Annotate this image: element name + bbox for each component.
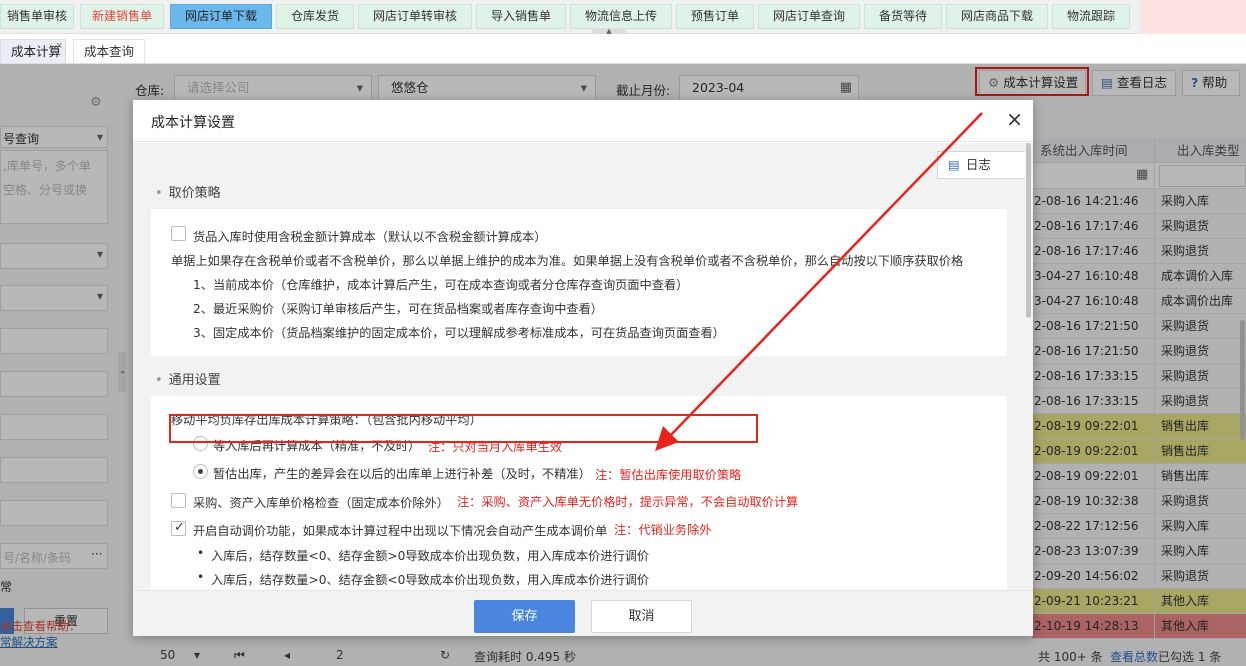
nav-warehouse-shipping[interactable]: 仓库发货 — [276, 4, 354, 29]
dialog-scrollbar[interactable] — [1025, 143, 1032, 590]
nav-presale-orders[interactable]: 预售订单 — [676, 4, 754, 29]
dialog-log-button[interactable]: ▤ 日志 — [937, 151, 1027, 179]
section-general-settings: • 通用设置 — [155, 369, 221, 388]
radio-estimate-outbound-label: 暂估出库，产生的差异会在以后的出库单上进行补差（及时，不精准） — [213, 467, 591, 481]
tab-cost-query[interactable]: 成本查询 — [73, 39, 145, 63]
bullet-dot: • — [197, 546, 205, 560]
bullet-dot: • — [197, 570, 205, 584]
auto-adjust-checkbox[interactable] — [171, 520, 186, 536]
tab-cost-calc-label: 成本计算 — [11, 44, 62, 59]
nav-sales-review[interactable]: 销售单审核 — [0, 4, 74, 29]
nav-online-goods-download[interactable]: 网店商品下载 — [946, 4, 1048, 29]
tax-price-label: 货品入库时使用含税金额计算成本（默认以不含税金额计算成本） — [193, 230, 547, 244]
purchase-price-check-note: 注：采购、资产入库单无价格时，提示异常，不会自动取价计算 — [457, 495, 799, 509]
tab-bar: 成本计算 × 成本查询 — [0, 34, 1246, 64]
bullet-dot: • — [155, 373, 163, 388]
radio-estimate-outbound[interactable] — [193, 464, 208, 479]
nav-logistics-tracking[interactable]: 物流跟踪 — [1052, 4, 1130, 29]
section-general-title: 通用设置 — [168, 373, 221, 388]
top-nav: 销售单审核 新建销售单 网店订单下载 仓库发货 网店订单转审核 导入销售单 物流… — [0, 0, 1246, 35]
bullet-dot: • — [155, 186, 163, 201]
close-icon[interactable]: × — [55, 34, 63, 58]
save-button[interactable]: 保存 — [474, 600, 575, 633]
dialog-title: 成本计算设置 — [151, 115, 235, 131]
dialog-footer: 保存 取消 — [133, 590, 1033, 636]
dialog-body: ▤ 日志 • 取价策略 货品入库时使用含税金额计算成本（默认以不含税金额计算成本） … — [133, 143, 1033, 590]
dialog-scrollbar-thumb[interactable] — [1026, 143, 1031, 318]
dialog-log-label: 日志 — [965, 157, 991, 172]
radio-estimate-outbound-note: 注：暂估出库使用取价策略 — [595, 468, 742, 482]
tab-cost-calc[interactable]: 成本计算 × — [0, 39, 66, 63]
cancel-button[interactable]: 取消 — [591, 600, 692, 633]
auto-adjust-note: 注：代销业务除外 — [614, 523, 712, 537]
purchase-price-check-checkbox[interactable] — [171, 493, 186, 508]
adjust-rule-1: 入库后，结存数量<0、结存金额>0导致成本价出现负数，用入库成本价进行调价 — [211, 549, 650, 563]
nav-online-order-query[interactable]: 网店订单查询 — [758, 4, 860, 29]
nav-online-order-to-review[interactable]: 网店订单转审核 — [358, 4, 472, 29]
section-price-title: 取价策略 — [168, 186, 221, 201]
price-description: 单据上如果存在含税单价或者不含税单价，那么以单据上维护的成本为准。如果单据上没有… — [171, 254, 964, 268]
nav-logistics-upload[interactable]: 物流信息上传 — [570, 4, 672, 29]
nav-new-sales-order[interactable]: 新建销售单 — [80, 4, 164, 29]
cost-settings-dialog: 成本计算设置 × ▤ 日志 • 取价策略 货品入库时使用含税金额计算成本（默认以不含… — [133, 100, 1033, 636]
adjust-rule-2: 入库后，结存数量>0、结存金额<0导致成本价出现负数，用入库成本价进行调价 — [211, 573, 650, 587]
book-icon: ▤ — [948, 157, 960, 172]
nav-overflow-area — [1140, 0, 1246, 34]
price-rule-3: 3、固定成本价（货品档案维护的固定成本价，可以理解成参考标准成本，可在货品查询页… — [193, 326, 725, 340]
purchase-price-check-label: 采购、资产入库单价格检查（固定成本价除外） — [193, 496, 449, 510]
price-rule-2: 2、最近采购价（采购订单审核后产生，可在货品档案或者库存查询中查看） — [193, 302, 603, 316]
highlight-estimate-radio — [169, 414, 758, 443]
close-icon[interactable]: × — [1006, 108, 1023, 130]
nav-online-order-download[interactable]: 网店订单下载 — [170, 4, 272, 29]
auto-adjust-label: 开启自动调价功能，如果成本计算过程中出现以下情况会自动产生成本调价单 — [193, 524, 608, 538]
price-rule-1: 1、当前成本价（仓库维护，成本计算后产生，可在成本查询或者分仓库存查询页面中查看… — [193, 278, 689, 292]
section-price-strategy: • 取价策略 — [155, 182, 221, 201]
tax-price-checkbox[interactable] — [171, 226, 186, 241]
dialog-header: 成本计算设置 × — [133, 100, 1033, 142]
nav-stock-wait[interactable]: 备货等待 — [864, 4, 942, 29]
nav-import-sales-order[interactable]: 导入销售单 — [476, 4, 566, 29]
price-strategy-card: 货品入库时使用含税金额计算成本（默认以不含税金额计算成本） 单据上如果存在含税单… — [151, 209, 1007, 356]
